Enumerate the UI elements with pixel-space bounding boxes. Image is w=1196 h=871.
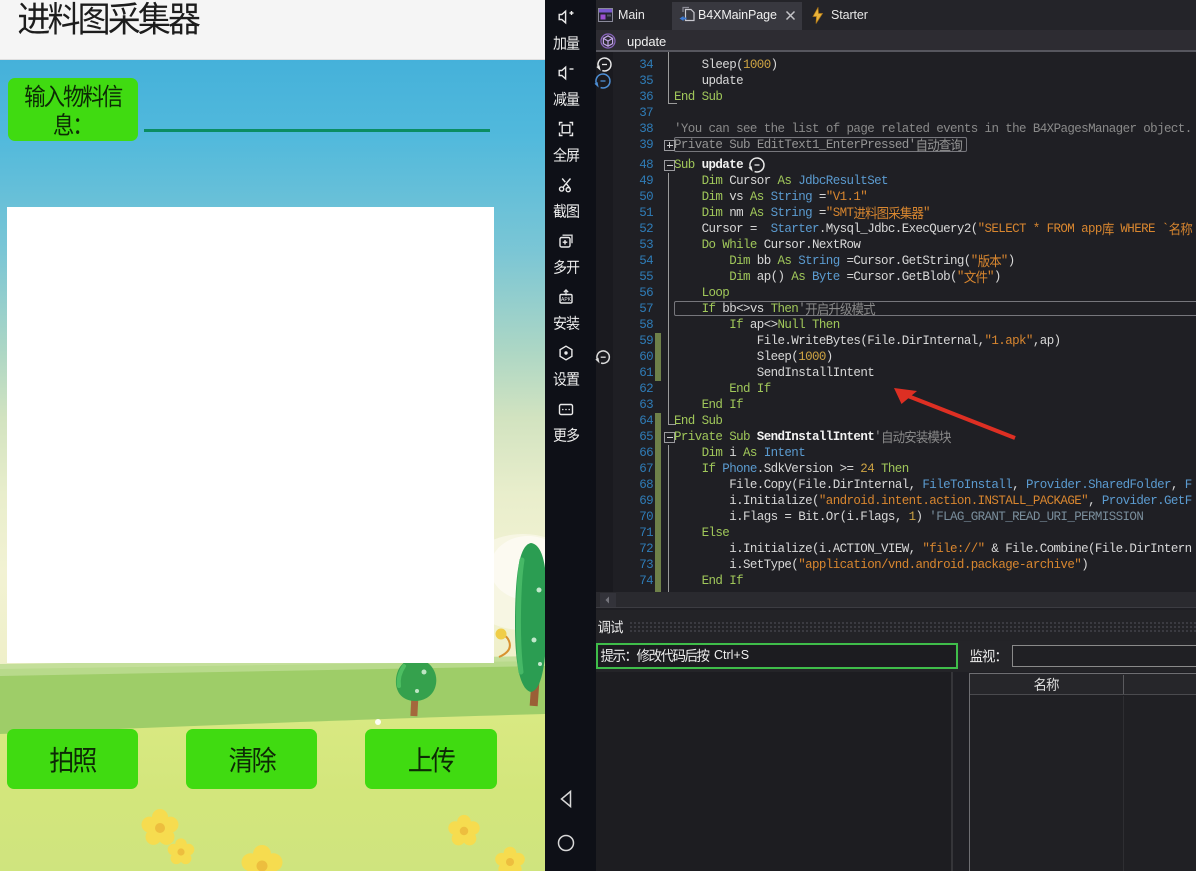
svg-text:APK: APK <box>561 297 572 303</box>
